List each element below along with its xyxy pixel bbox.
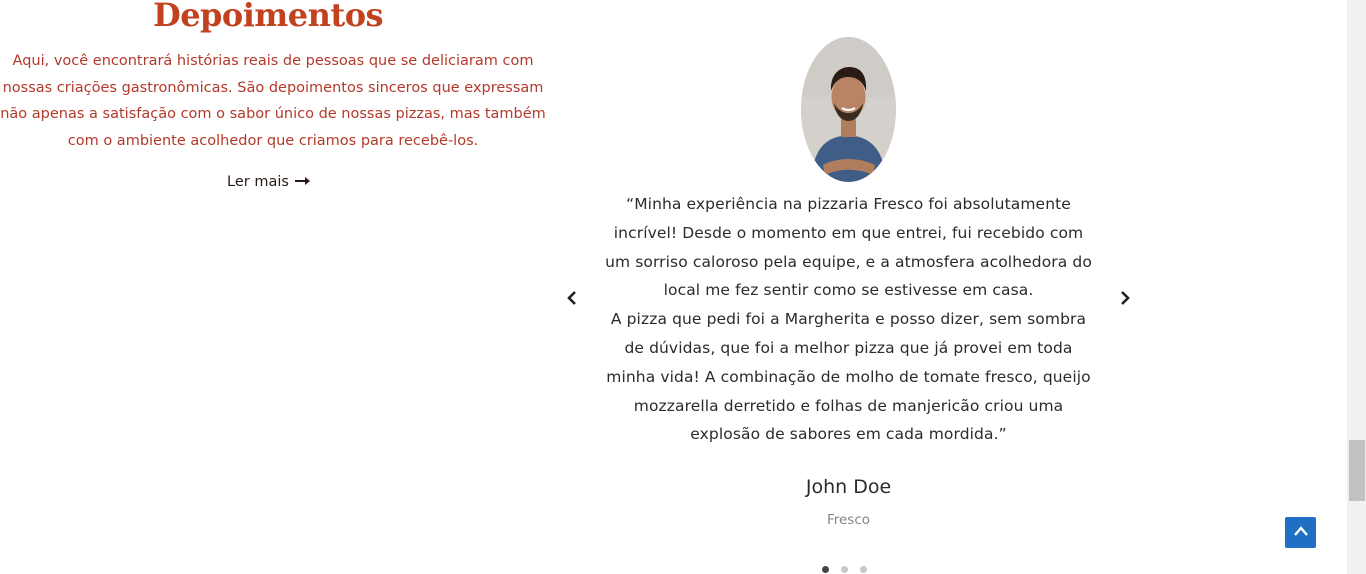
arrow-up-icon (1293, 523, 1309, 542)
slider-pagination (822, 566, 867, 573)
testimonial-avatar (801, 37, 896, 182)
testimonial-quote: “Minha experiência na pizzaria Fresco fo… (600, 190, 1097, 449)
slider-prev-button[interactable] (560, 287, 584, 311)
quote-paragraph: “Minha experiência na pizzaria Fresco fo… (605, 195, 1092, 300)
slider-dot-1[interactable] (822, 566, 829, 573)
slider-dot-3[interactable] (860, 566, 867, 573)
chevron-right-icon (1119, 290, 1131, 309)
slider-next-button[interactable] (1113, 287, 1137, 311)
chevron-left-icon (566, 290, 578, 309)
quote-paragraph: A pizza que pedi foi a Margherita e poss… (606, 310, 1091, 444)
scroll-to-top-button[interactable] (1285, 517, 1316, 548)
testimonial-author-name: John Doe (805, 476, 892, 498)
testimonial-author-company: Fresco (826, 512, 871, 528)
read-more-label: Ler mais (227, 174, 289, 190)
arrow-right-icon (294, 174, 311, 190)
read-more-link[interactable]: Ler mais (227, 170, 311, 194)
slider-dot-2[interactable] (841, 566, 848, 573)
section-description: Aqui, você encontrará histórias reais de… (0, 53, 546, 149)
page-scrollbar-thumb[interactable] (1349, 440, 1365, 501)
section-title: Depoimentos (152, 0, 384, 34)
